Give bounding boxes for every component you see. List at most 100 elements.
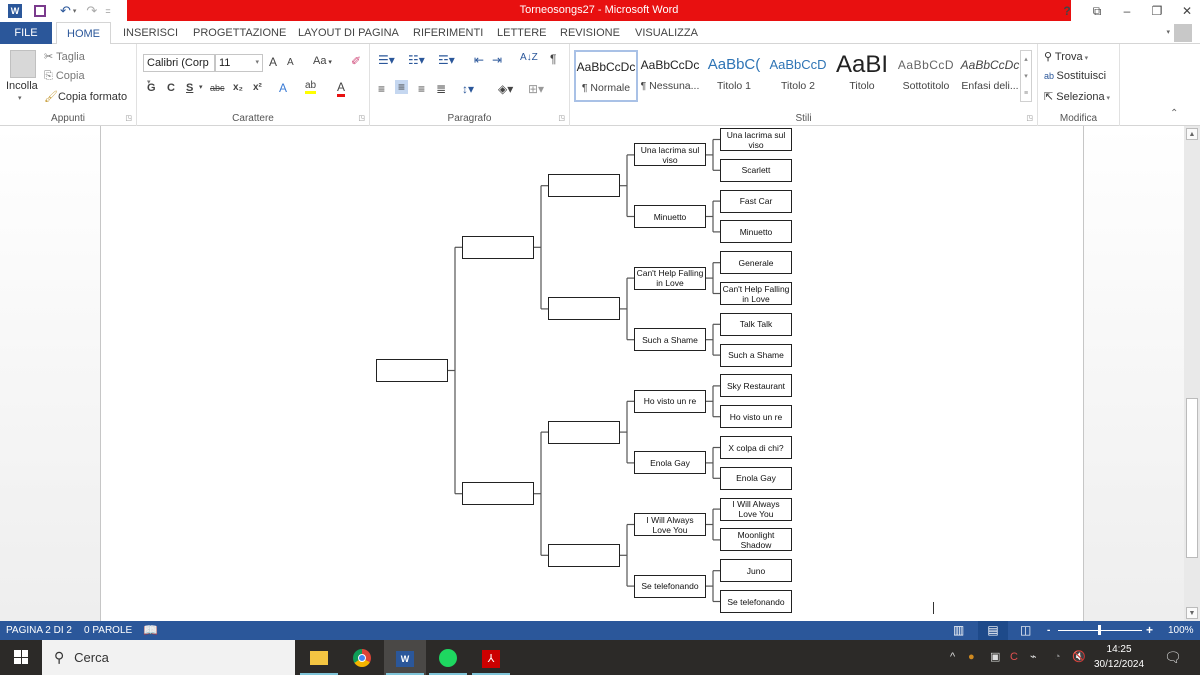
page-count[interactable]: PAGINA 2 DI 2 [6,621,72,640]
redo-icon[interactable]: ↷ [86,3,97,19]
wifi-icon[interactable]: ◔ [1054,640,1061,675]
bracket-slot-r32[interactable]: Generale [720,251,792,275]
styles-scroll-down-icon[interactable]: ▾ [1021,68,1031,85]
undo-dropdown-icon[interactable]: ▾ [73,7,77,15]
acrobat-icon[interactable]: ⅄ [470,640,512,675]
read-mode-icon[interactable]: ▥ [953,621,964,640]
bracket-slot-r32[interactable]: Scarlett [720,158,792,182]
bracket-slot-r16[interactable]: Ho visto un re [634,389,706,413]
bullets-icon[interactable]: ☰▾ [378,53,395,67]
select-button[interactable]: ⇱ Seleziona ▾ [1044,90,1110,103]
bracket-slot-qf[interactable] [548,420,620,444]
show-hidden-icons-icon[interactable]: ^ [950,640,955,675]
notifications-icon[interactable]: 🗨 [1164,640,1182,675]
bracket-slot-r16[interactable]: Such a Shame [634,328,706,352]
change-case-button[interactable]: Aa ▾ [313,55,332,67]
replace-button[interactable]: ab Sostituisci [1044,70,1106,82]
underline-button[interactable]: S [186,82,193,94]
vertical-scrollbar[interactable]: ▲ ▼ [1184,126,1200,621]
grow-font-icon[interactable]: A [269,55,277,69]
bracket-slot-qf[interactable] [548,543,620,567]
collapse-ribbon-icon[interactable]: ⌃ [1170,108,1178,119]
windows-start-icon[interactable] [14,650,28,664]
zoom-in-button[interactable]: + [1146,621,1153,640]
file-explorer-icon[interactable] [298,640,340,675]
scroll-down-icon[interactable]: ▼ [1186,607,1198,619]
bracket-slot-r16[interactable]: I Will Always Love You [634,513,706,536]
bracket-slot-final[interactable] [376,359,448,382]
align-center-icon[interactable]: ≡ [395,80,409,94]
bracket-slot-r32[interactable]: Minuetto [720,220,792,244]
tab-lettere[interactable]: LETTERE [497,22,547,44]
scroll-up-icon[interactable]: ▲ [1186,128,1198,140]
web-layout-icon[interactable]: ◫ [1020,621,1031,640]
zoom-level[interactable]: 100% [1168,621,1194,640]
tab-revisione[interactable]: REVISIONE [560,22,620,44]
customize-qat-icon[interactable]: = [105,6,110,16]
tray-app-icon[interactable]: ● [968,640,975,675]
sort-icon[interactable]: A↓Z [520,52,538,63]
carattere-dialog-launcher-icon[interactable]: ◳ [358,114,365,122]
bracket-slot-r32[interactable]: X colpa di chi? [720,436,792,459]
tab-visualizza[interactable]: VISUALIZZA [635,22,698,44]
bracket-slot-r32[interactable]: Se telefonando [720,590,792,613]
help-icon[interactable]: ? [1054,0,1080,22]
account-dropdown-icon[interactable]: ▾ [1166,28,1170,36]
bracket-slot-r32[interactable]: I Will Always Love You [720,497,792,521]
borders-icon[interactable]: ⊞▾ [528,82,544,96]
tab-progettazione[interactable]: PROGETTAZIONE [193,22,286,44]
tab-file[interactable]: FILE [0,22,52,44]
style-titolo-1[interactable]: AaBbC( Titolo 1 [702,50,766,102]
bracket-slot-r32[interactable]: Ho visto un re [720,405,792,429]
line-spacing-icon[interactable]: ↕▾ [462,82,474,96]
shading-icon[interactable]: ◈▾ [498,82,513,96]
undo-icon[interactable]: ↶ [60,3,71,19]
bracket-slot-r16[interactable]: Minuetto [634,205,706,228]
spotify-icon[interactable] [427,640,469,675]
font-name-select[interactable]: Calibri (Corp ▾ [143,54,215,86]
increase-indent-icon[interactable]: ⇥ [492,53,502,67]
word-count[interactable]: 0 PAROLE [84,621,132,640]
strikethrough-button[interactable]: abc [210,83,225,93]
format-painter-button[interactable]: 🖌Copia formato [44,90,127,103]
style-sottotitolo[interactable]: AaBbCcD Sottotitolo [894,50,958,102]
scroll-thumb[interactable] [1186,398,1198,558]
align-right-icon[interactable]: ≡ [418,82,425,96]
style-titolo[interactable]: AaBI Titolo [830,50,894,102]
align-left-icon[interactable]: ≡ [378,82,385,96]
bracket-slot-r16[interactable]: Se telefonando [634,574,706,598]
clear-formatting-icon[interactable]: ✐ [351,54,361,68]
font-size-select[interactable]: 11 ▾ [215,54,263,72]
bracket-slot-qf[interactable] [548,174,620,198]
font-color-icon[interactable]: A [337,80,346,97]
decrease-indent-icon[interactable]: ⇤ [474,53,484,67]
bracket-slot-r32[interactable]: Moonlight Shadow [720,528,792,552]
chrome-icon[interactable] [341,640,383,675]
appunti-dialog-launcher-icon[interactable]: ◳ [125,114,132,122]
paragrafo-dialog-launcher-icon[interactable]: ◳ [558,114,565,122]
close-icon[interactable]: ✕ [1174,0,1200,22]
show-formatting-icon[interactable]: ¶ [550,52,556,66]
underline-dropdown-icon[interactable]: ▾ [199,83,203,91]
stili-dialog-launcher-icon[interactable]: ◳ [1026,114,1033,122]
meet-now-icon[interactable]: ▣ [990,640,1000,675]
ccleaner-icon[interactable]: C [1010,640,1018,675]
paste-icon[interactable] [10,50,36,78]
paste-dropdown-icon[interactable]: ▾ [18,94,22,102]
style-titolo-2[interactable]: AaBbCcD Titolo 2 [766,50,830,102]
styles-scroll-up-icon[interactable]: ▴ [1021,51,1031,68]
volume-muted-icon[interactable]: 🔇 [1072,640,1086,675]
bracket-slot-r32[interactable]: Sky Restaurant [720,374,792,398]
highlight-icon[interactable]: ab [305,80,317,94]
find-button[interactable]: ⚲ Trova ▾ [1044,50,1088,63]
justify-icon[interactable]: ≣ [436,82,446,96]
bracket-slot-r32[interactable]: Una lacrima sul viso [720,128,792,151]
text-effects-icon[interactable]: A [279,81,287,95]
tab-inserisci[interactable]: INSERISCI [123,22,178,44]
bracket-slot-r32[interactable]: Fast Car [720,189,792,213]
subscript-button[interactable]: x₂ [233,82,243,93]
numbering-icon[interactable]: ☷▾ [408,53,425,67]
copy-button[interactable]: ⎘ Copia [44,70,85,83]
battery-icon[interactable]: ⌁ [1030,640,1037,675]
styles-more-icon[interactable]: ≡ [1021,85,1031,102]
